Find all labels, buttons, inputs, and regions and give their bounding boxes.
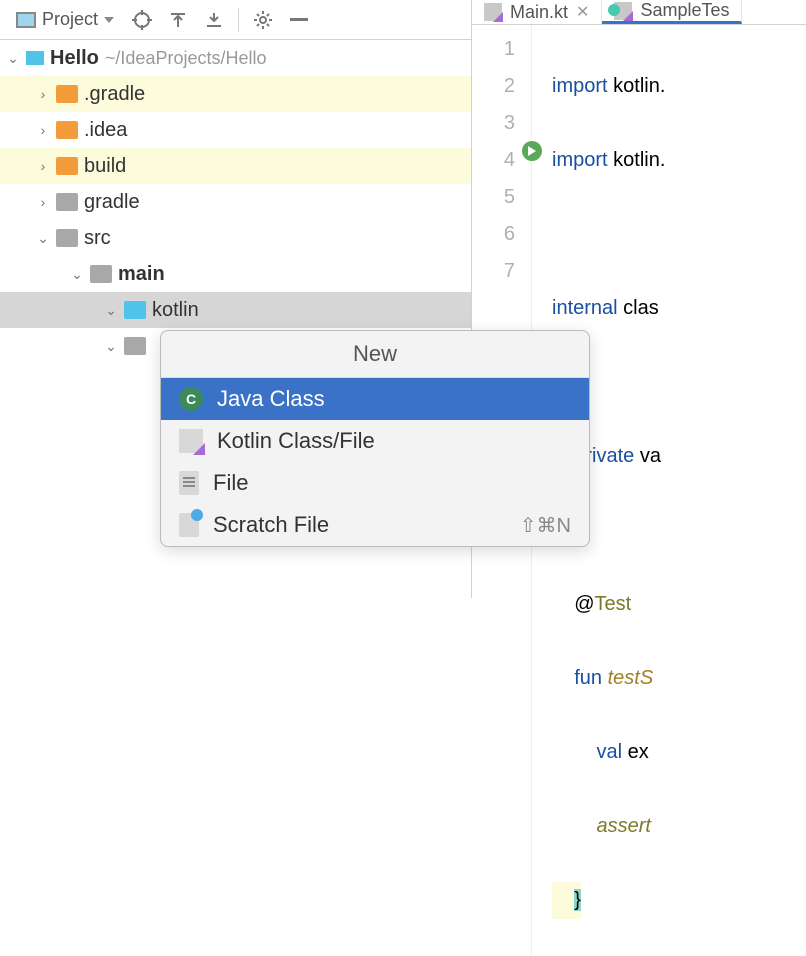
- expand-icon[interactable]: ⌄: [104, 338, 118, 355]
- editor-tabs: Main.kt ✕ SampleTes: [472, 0, 806, 25]
- tree-item[interactable]: › gradle: [0, 184, 471, 220]
- tree-item[interactable]: › .idea: [0, 112, 471, 148]
- tree-label: build: [84, 155, 126, 178]
- ctx-item[interactable]: File: [161, 462, 589, 504]
- line-number: 7: [472, 253, 515, 290]
- tree-label: gradle: [84, 191, 140, 214]
- module-icon: [26, 51, 44, 65]
- ctx-item[interactable]: Scratch File ⇧⌘N: [161, 504, 589, 546]
- tree-item[interactable]: ⌄ kotlin: [0, 292, 471, 328]
- folder-icon: [90, 265, 112, 283]
- f-icon: [179, 471, 199, 495]
- root-path: ~/IdeaProjects/Hello: [105, 48, 267, 69]
- close-tab-icon[interactable]: ✕: [576, 2, 589, 22]
- project-label: Project: [42, 9, 98, 30]
- tree-item[interactable]: › build: [0, 148, 471, 184]
- line-number: 4: [472, 142, 515, 179]
- tree-item[interactable]: ⌄ main: [0, 256, 471, 292]
- folder-icon: [56, 229, 78, 247]
- k-icon: [179, 429, 203, 453]
- shortcut: ⇧⌘N: [520, 513, 571, 538]
- kotlin-file-icon: [484, 3, 502, 21]
- hide-icon[interactable]: [283, 4, 315, 36]
- project-icon: [16, 12, 36, 28]
- tree-label: .gradle: [84, 83, 145, 106]
- folder-icon: [56, 121, 78, 139]
- ctx-title: New: [161, 331, 589, 378]
- tab-label: Main.kt: [510, 2, 568, 23]
- tab-label: SampleTes: [640, 0, 729, 21]
- tree-root[interactable]: ⌄ Hello ~/IdeaProjects/Hello: [0, 40, 471, 76]
- context-menu-new: New C Java Class Kotlin Class/File File …: [160, 330, 590, 547]
- ctx-label: File: [213, 470, 248, 496]
- tree-item[interactable]: ⌄ src: [0, 220, 471, 256]
- line-number: 2: [472, 68, 515, 105]
- folder-icon: [56, 85, 78, 103]
- ctx-item[interactable]: Kotlin Class/File: [161, 420, 589, 462]
- ctx-label: Java Class: [217, 386, 325, 412]
- folder-icon: [124, 337, 146, 355]
- line-number: 6: [472, 216, 515, 253]
- line-number: 1: [472, 31, 515, 68]
- ctx-item[interactable]: C Java Class: [161, 378, 589, 420]
- root-name: Hello: [50, 47, 99, 70]
- folder-icon: [56, 157, 78, 175]
- run-gutter-icon[interactable]: [522, 141, 542, 161]
- project-dropdown[interactable]: Project: [8, 5, 122, 34]
- chevron-down-icon: [104, 17, 114, 23]
- ctx-label: Scratch File: [213, 512, 329, 538]
- collapse-all-icon[interactable]: [198, 4, 230, 36]
- folder-icon: [56, 193, 78, 211]
- expand-icon[interactable]: ⌄: [36, 230, 50, 247]
- locate-icon[interactable]: [126, 4, 158, 36]
- editor-tab[interactable]: SampleTes: [602, 0, 742, 24]
- tree-item[interactable]: › .gradle: [0, 76, 471, 112]
- gear-icon[interactable]: [247, 4, 279, 36]
- tree-label: main: [118, 263, 165, 286]
- separator: [238, 8, 239, 32]
- line-number: 3: [472, 105, 515, 142]
- sf-icon: [179, 513, 199, 537]
- expand-icon[interactable]: ›: [36, 158, 50, 174]
- ctx-label: Kotlin Class/File: [217, 428, 375, 454]
- editor-tab[interactable]: Main.kt ✕: [472, 0, 602, 24]
- line-number: 5: [472, 179, 515, 216]
- tree-label: .idea: [84, 119, 127, 142]
- expand-icon[interactable]: ›: [36, 122, 50, 138]
- folder-icon: [124, 301, 146, 319]
- expand-icon[interactable]: ›: [36, 86, 50, 102]
- expand-icon[interactable]: ⌄: [6, 50, 20, 67]
- kotlin-file-icon: [614, 2, 632, 20]
- expand-icon[interactable]: ⌄: [70, 266, 84, 283]
- tree-label: kotlin: [152, 299, 199, 322]
- c-icon: C: [179, 387, 203, 411]
- expand-icon[interactable]: ›: [36, 194, 50, 210]
- tree-label: src: [84, 227, 111, 250]
- expand-icon[interactable]: ⌄: [104, 302, 118, 319]
- expand-all-icon[interactable]: [162, 4, 194, 36]
